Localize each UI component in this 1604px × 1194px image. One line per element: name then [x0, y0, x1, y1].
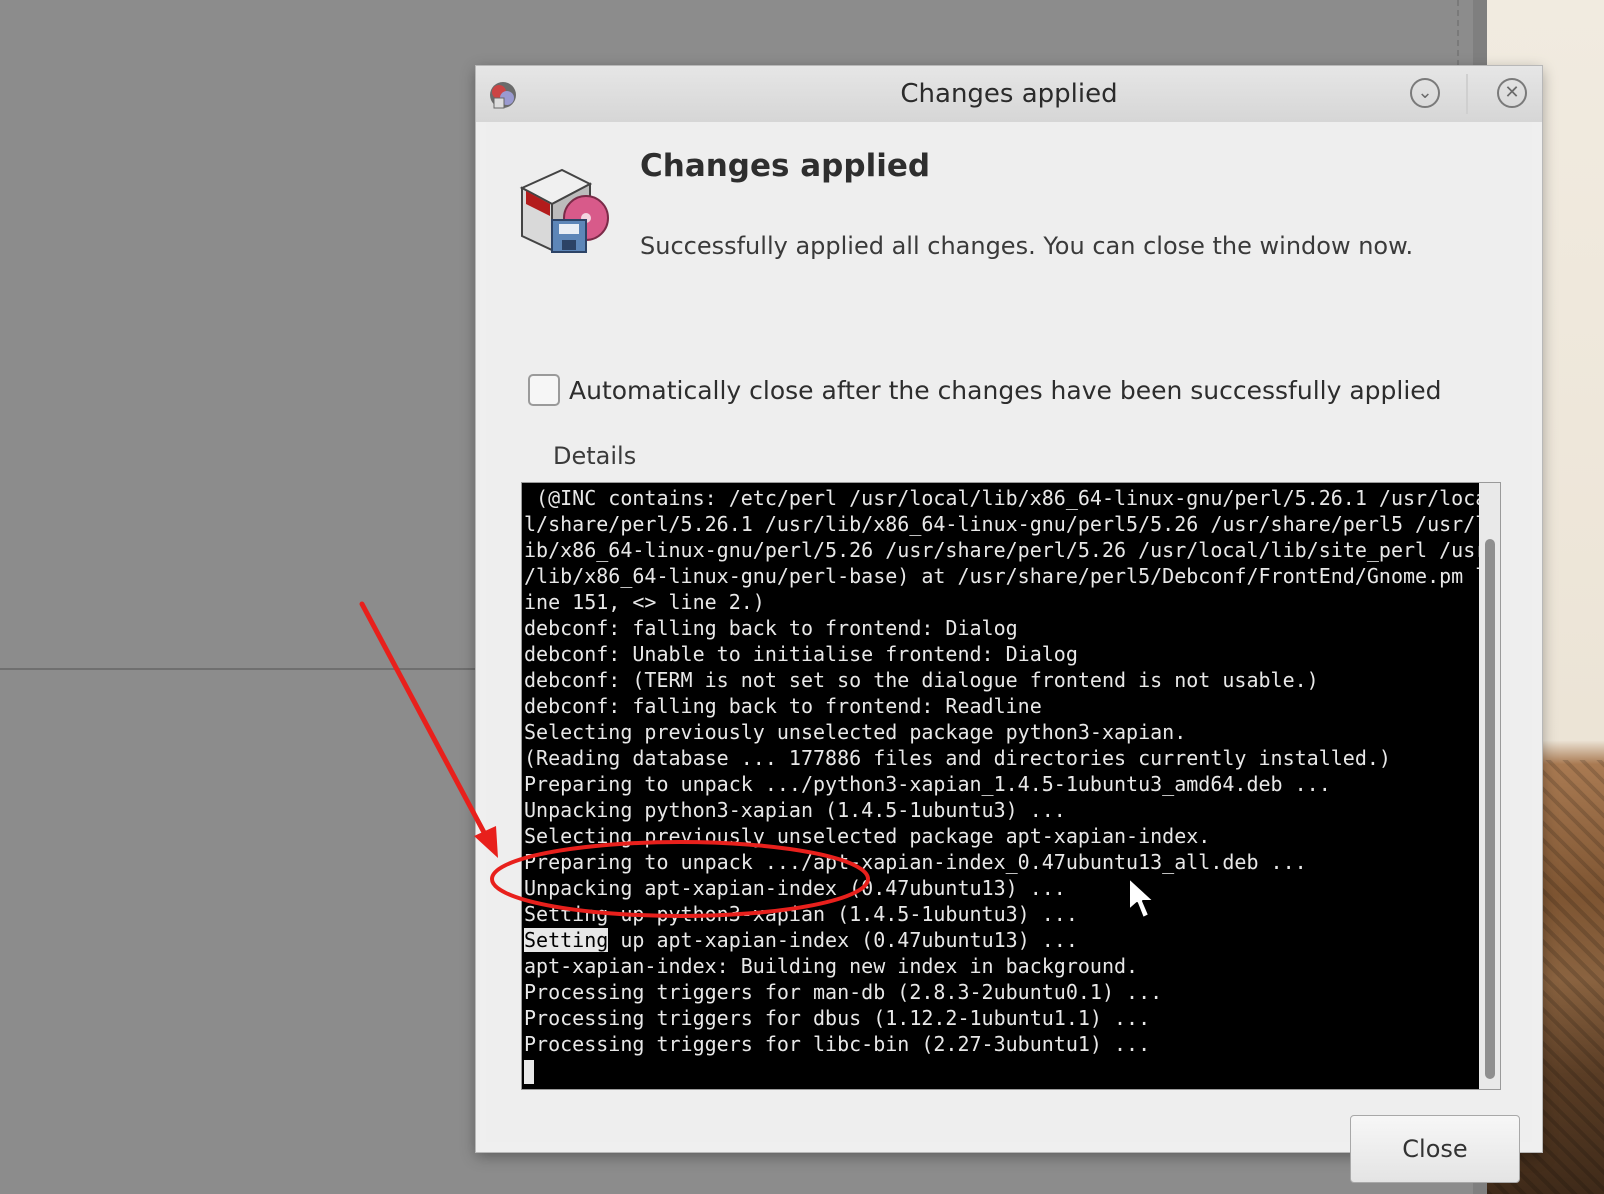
auto-close-checkbox[interactable]: [528, 374, 560, 406]
terminal-scrollbar[interactable]: [1479, 483, 1500, 1089]
terminal-line: apt-xapian-index: Building new index in …: [524, 954, 1139, 978]
terminal-line: (@INC contains: /etc/perl /usr/local/lib…: [524, 486, 1488, 510]
auto-close-label[interactable]: Automatically close after the changes ha…: [569, 376, 1442, 405]
close-window-button[interactable]: ✕: [1497, 78, 1527, 108]
terminal-line: ib/x86_64-linux-gnu/perl/5.26 /usr/share…: [524, 538, 1488, 562]
titlebar-separator: [1466, 74, 1468, 114]
scrollbar-thumb[interactable]: [1485, 539, 1495, 1079]
window-title: Changes applied: [900, 79, 1118, 109]
details-expander[interactable]: Details: [553, 442, 636, 470]
details-terminal[interactable]: (@INC contains: /etc/perl /usr/local/lib…: [521, 482, 1501, 1090]
minimize-button[interactable]: ⌄: [1410, 78, 1440, 108]
mouse-pointer-icon: [1128, 877, 1155, 919]
terminal-cursor: [524, 1059, 534, 1084]
background-divider: [0, 668, 480, 670]
terminal-line: debconf: falling back to frontend: Dialo…: [524, 616, 1018, 640]
terminal-line: (Reading database ... 177886 files and d…: [524, 746, 1391, 770]
annotation-arrow-line: [359, 601, 490, 841]
selected-text: Setting: [524, 928, 609, 952]
terminal-line: /lib/x86_64-linux-gnu/perl-base) at /usr…: [524, 564, 1488, 588]
terminal-line: Processing triggers for dbus (1.12.2-1ub…: [524, 1006, 1151, 1030]
dialog-content: Changes applied Successfully applied all…: [486, 122, 1532, 1183]
terminal-line: Preparing to unpack .../python3-xapian_1…: [524, 772, 1331, 796]
software-package-icon: [519, 168, 609, 253]
terminal-line: Setting up apt-xapian-index (0.47ubuntu1…: [524, 927, 1479, 953]
status-message: Successfully applied all changes. You ca…: [640, 232, 1414, 260]
chevron-down-icon: ⌄: [1417, 82, 1433, 103]
terminal-line: ine 151, <> line 2.): [524, 590, 765, 614]
terminal-output: (@INC contains: /etc/perl /usr/local/lib…: [524, 485, 1488, 1084]
terminal-line: Unpacking apt-xapian-index (0.47ubuntu13…: [524, 876, 1066, 900]
close-button[interactable]: Close: [1350, 1115, 1520, 1183]
terminal-line: debconf: Unable to initialise frontend: …: [524, 642, 1078, 666]
terminal-line: Unpacking python3-xapian (1.4.5-1ubuntu3…: [524, 798, 1066, 822]
terminal-line: Processing triggers for man-db (2.8.3-2u…: [524, 980, 1163, 1004]
terminal-prompt-line: [524, 1057, 1479, 1084]
terminal-line: Processing triggers for libc-bin (2.27-3…: [524, 1032, 1151, 1056]
terminal-line: l/share/perl/5.26.1 /usr/lib/x86_64-linu…: [524, 512, 1488, 536]
terminal-line: Preparing to unpack .../apt-xapian-index…: [524, 850, 1307, 874]
terminal-line-rest: up apt-xapian-index (0.47ubuntu13) ...: [608, 928, 1078, 952]
title-bar[interactable]: Changes applied ⌄ ✕: [476, 66, 1542, 122]
terminal-line: Selecting previously unselected package …: [524, 824, 1211, 848]
terminal-line: debconf: falling back to frontend: Readl…: [524, 694, 1042, 718]
changes-applied-dialog: Changes applied ⌄ ✕ Changes applied Succ…: [476, 66, 1542, 1183]
close-icon: ✕: [1504, 82, 1520, 103]
terminal-line: Selecting previously unselected package …: [524, 720, 1187, 744]
dialog-heading: Changes applied: [640, 148, 931, 184]
terminal-line: Setting up python3-xapian (1.4.5-1ubuntu…: [524, 902, 1078, 926]
terminal-line: debconf: (TERM is not set so the dialogu…: [524, 668, 1319, 692]
